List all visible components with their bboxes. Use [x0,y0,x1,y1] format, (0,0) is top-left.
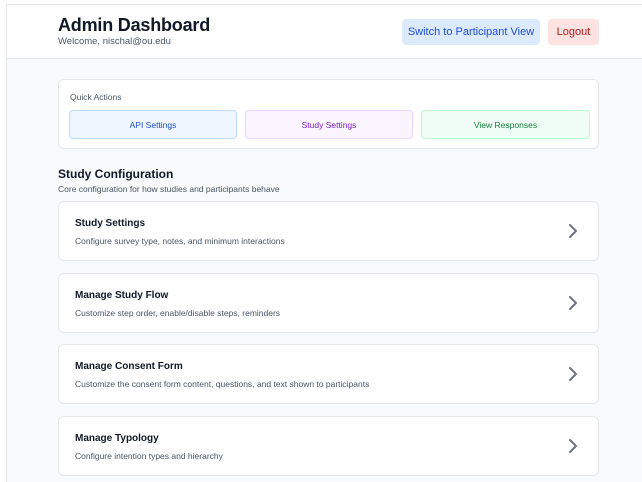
chevron-right-icon [569,224,577,238]
card-description: Configure intention types and hierarchy [75,451,223,461]
app-frame: Admin Dashboard Welcome, nischal@ou.edu … [6,4,642,482]
section-subtitle: Core configuration for how studies and p… [58,184,280,194]
study-settings-button[interactable]: Study Settings [245,110,413,139]
chevron-right-icon [569,367,577,381]
quick-actions-panel: Quick Actions API Settings Study Setting… [58,79,599,149]
card-title: Manage Study Flow [75,290,169,301]
api-settings-button[interactable]: API Settings [69,110,237,139]
manage-consent-form-card[interactable]: Manage Consent Form Customize the consen… [58,344,599,404]
section-title: Study Configuration [58,167,174,181]
card-description: Customize step order, enable/disable ste… [75,308,281,318]
card-title: Manage Typology [75,433,159,444]
card-description: Configure survey type, notes, and minimu… [75,236,285,246]
view-responses-button[interactable]: View Responses [421,110,590,139]
switch-to-participant-view-button[interactable]: Switch to Participant View [402,19,540,45]
manage-typology-card[interactable]: Manage Typology Configure intention type… [58,416,599,476]
study-settings-card[interactable]: Study Settings Configure survey type, no… [58,201,599,261]
chevron-right-icon [569,439,577,453]
manage-study-flow-card[interactable]: Manage Study Flow Customize step order, … [58,273,599,333]
chevron-right-icon [569,296,577,310]
quick-actions-title: Quick Actions [70,92,122,102]
card-description: Customize the consent form content, ques… [75,379,370,389]
page-title: Admin Dashboard [58,15,211,35]
card-title: Manage Consent Form [75,361,183,372]
card-title: Study Settings [75,218,146,229]
header-bar: Admin Dashboard Welcome, nischal@ou.edu … [7,5,642,59]
welcome-text: Welcome, nischal@ou.edu [58,36,171,47]
logout-button[interactable]: Logout [548,19,599,45]
